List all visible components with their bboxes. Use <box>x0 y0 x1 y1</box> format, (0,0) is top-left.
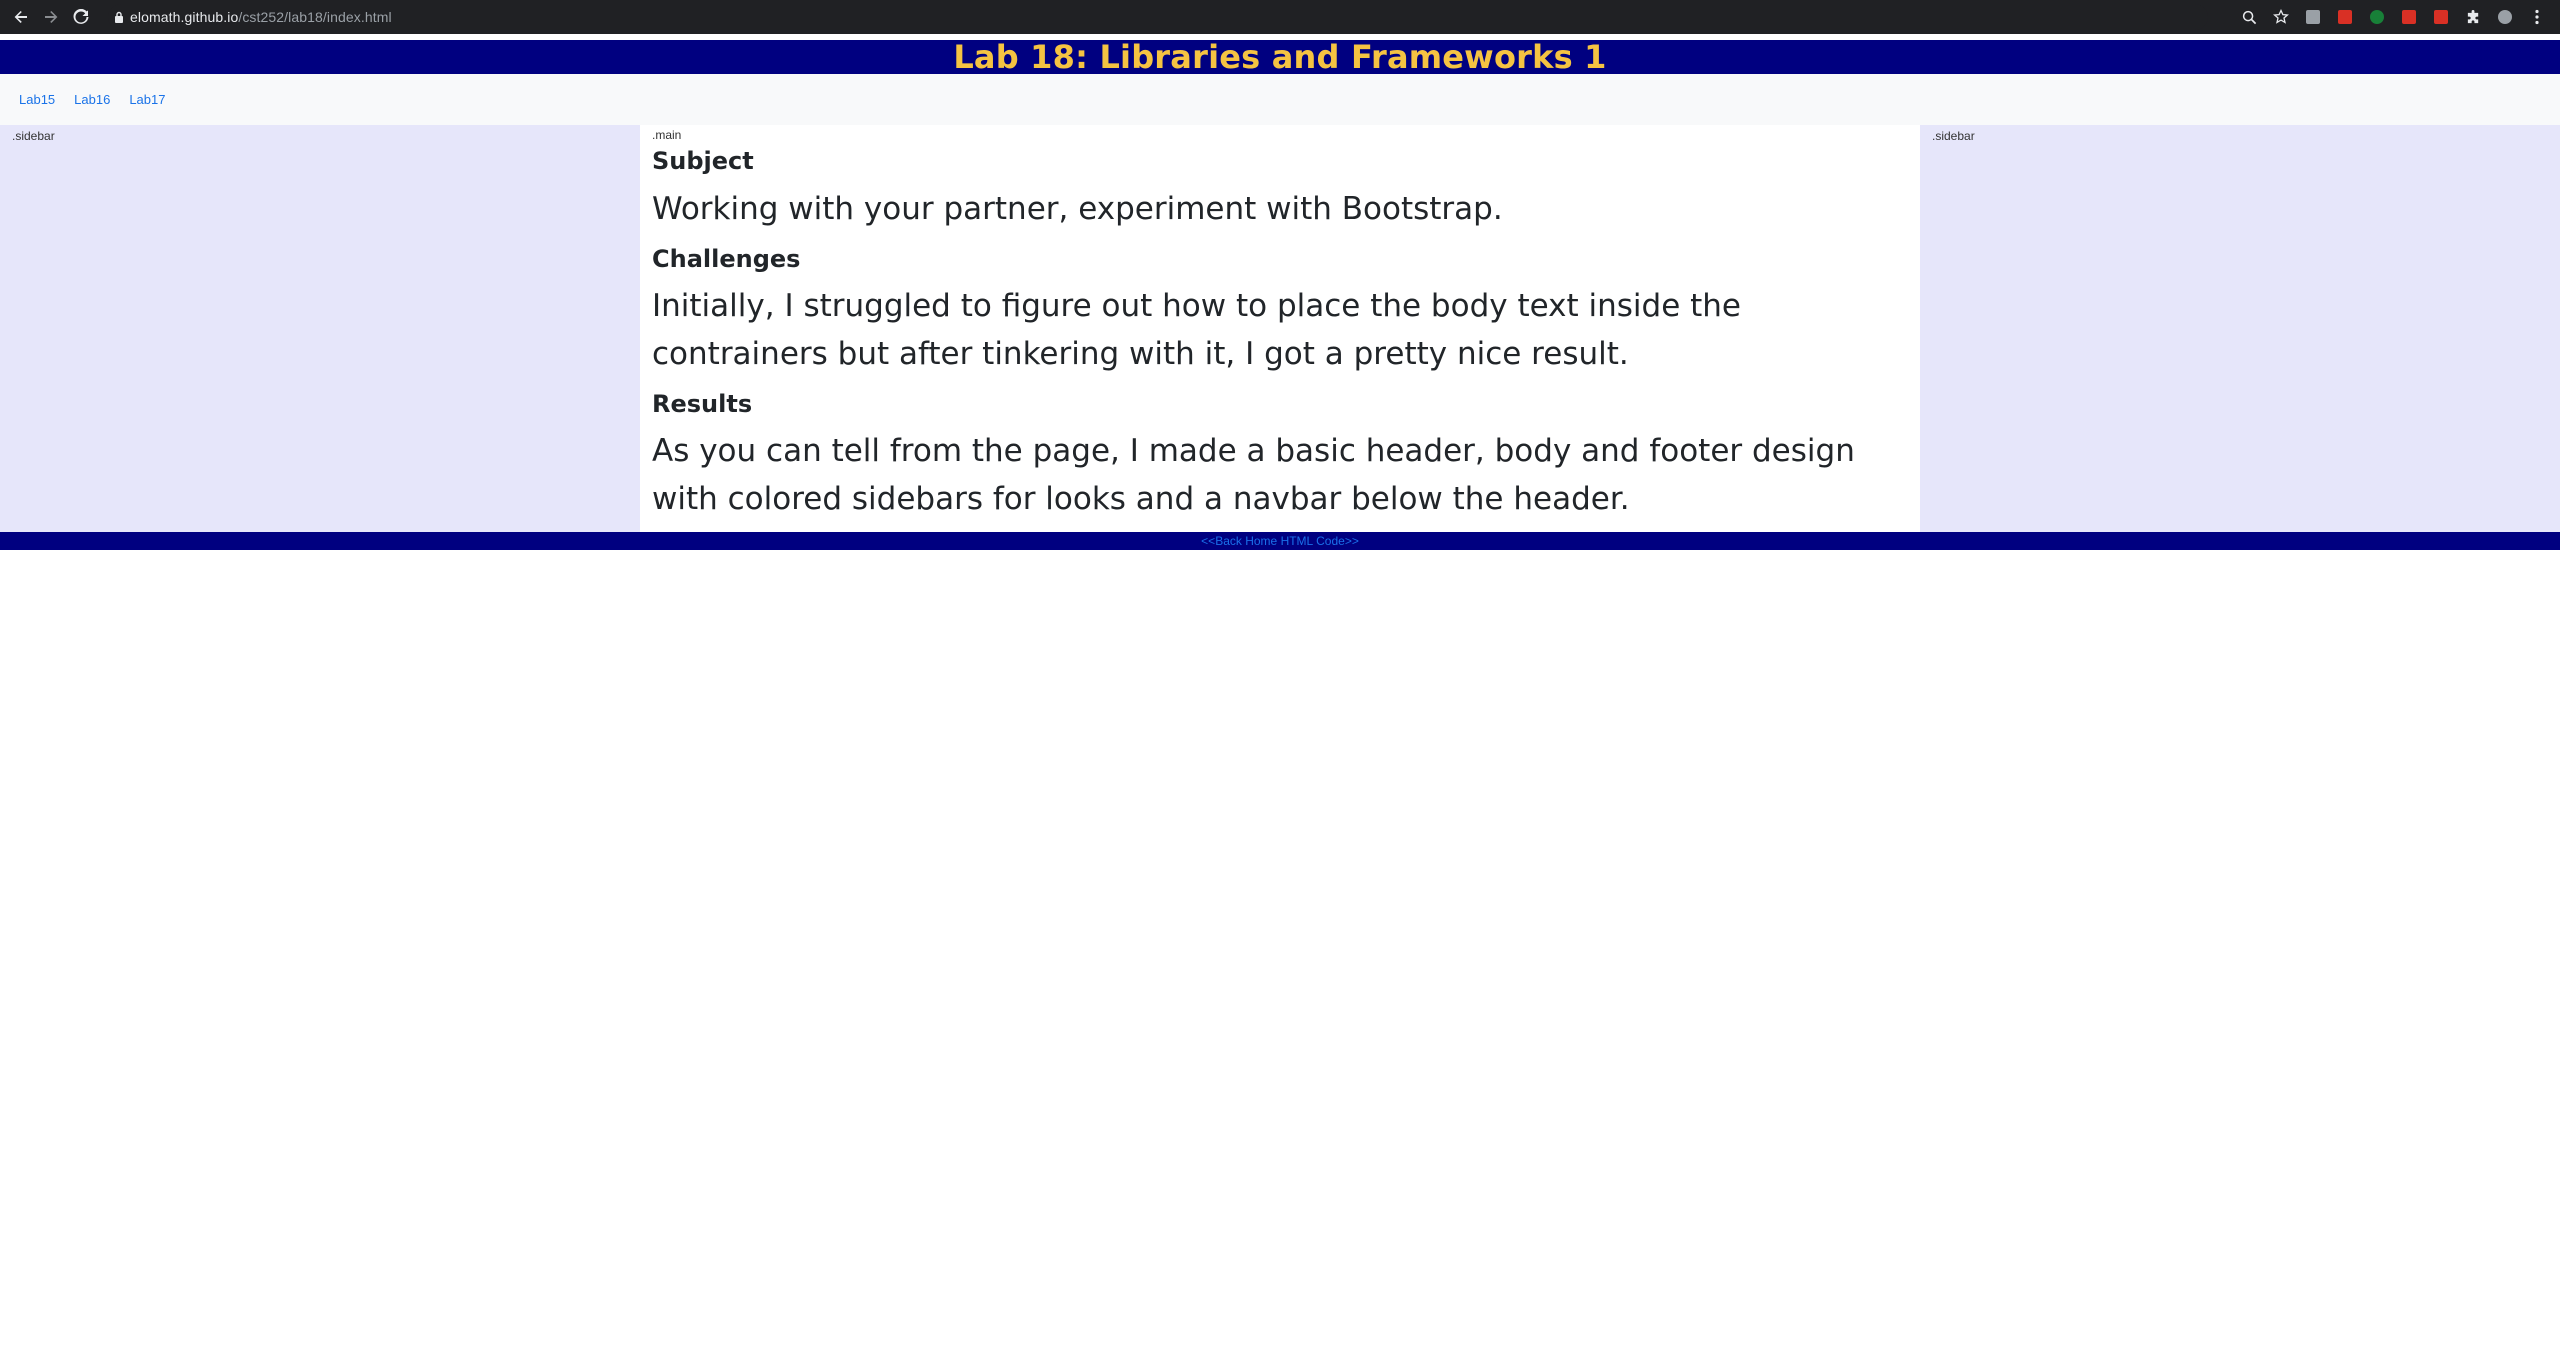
zoom-icon[interactable] <box>2236 4 2262 30</box>
main-label: .main <box>652 128 682 142</box>
profile-avatar-icon[interactable] <box>2492 4 2518 30</box>
navbar: Lab15 Lab16 Lab17 <box>0 74 2560 125</box>
results-text: As you can tell from the page, I made a … <box>652 433 1855 517</box>
browser-toolbar: elomath.github.io/cst252/lab18/index.htm… <box>0 0 2560 34</box>
extension-5-icon[interactable] <box>2428 4 2454 30</box>
challenges-heading: Challenges <box>652 245 801 273</box>
menu-kebab-icon[interactable] <box>2524 4 2550 30</box>
extension-3-icon[interactable] <box>2364 4 2390 30</box>
site-footer: << Back Home HTML Code >> <box>0 532 2560 550</box>
subject-heading: Subject <box>652 147 754 175</box>
sidebar-left: .sidebar <box>0 125 640 532</box>
subject-text: Working with your partner, experiment wi… <box>652 191 1503 227</box>
extensions-puzzle-icon[interactable] <box>2460 4 2486 30</box>
challenges-text: Initially, I struggled to figure out how… <box>652 288 1741 372</box>
footer-suffix: >> <box>1344 534 1359 548</box>
forward-button[interactable] <box>36 0 66 34</box>
extension-4-icon[interactable] <box>2396 4 2422 30</box>
lock-icon <box>108 4 130 30</box>
address-bar[interactable]: elomath.github.io/cst252/lab18/index.htm… <box>108 4 2208 30</box>
url-text[interactable]: elomath.github.io/cst252/lab18/index.htm… <box>130 9 392 25</box>
sidebar-left-label: .sidebar <box>12 129 55 143</box>
back-button[interactable] <box>6 0 36 34</box>
site-header: Lab 18: Libraries and Frameworks 1 <box>0 38 2560 76</box>
sidebar-right: .sidebar <box>1920 125 2560 532</box>
extension-2-icon[interactable] <box>2332 4 2358 30</box>
back-home-link[interactable]: Back Home <box>1215 534 1277 548</box>
extension-1-icon[interactable] <box>2300 4 2326 30</box>
reload-button[interactable] <box>66 0 96 34</box>
html-code-link[interactable]: HTML Code <box>1281 534 1345 548</box>
content-row: .sidebar .main Subject Working with your… <box>0 125 2560 532</box>
main-content: .main Subject Working with your partner,… <box>640 125 1920 532</box>
url-host: elomath.github.io <box>130 9 239 25</box>
bookmark-star-icon[interactable] <box>2268 4 2294 30</box>
forward-arrow-icon <box>45 11 58 23</box>
nav-link-lab15[interactable]: Lab15 <box>19 92 55 107</box>
nav-link-lab17[interactable]: Lab17 <box>129 92 165 107</box>
footer-prefix: << <box>1201 534 1216 548</box>
page-title: Lab 18: Libraries and Frameworks 1 <box>953 38 1607 76</box>
back-arrow-icon <box>14 11 27 23</box>
results-heading: Results <box>652 390 753 418</box>
nav-link-lab16[interactable]: Lab16 <box>74 92 110 107</box>
url-path: /cst252/lab18/index.html <box>238 9 392 25</box>
sidebar-right-label: .sidebar <box>1932 129 1975 143</box>
reload-icon <box>73 9 89 24</box>
